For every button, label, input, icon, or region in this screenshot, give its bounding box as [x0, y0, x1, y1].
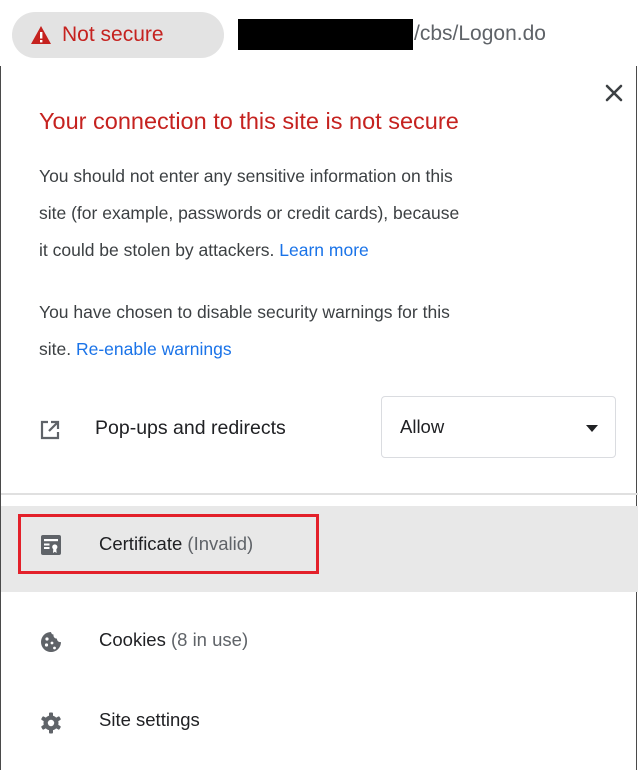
site-settings-label: Site settings	[99, 709, 200, 730]
warning-line: site (for example, passwords or credit c…	[39, 203, 460, 223]
url-redaction	[238, 19, 413, 50]
close-icon[interactable]	[601, 80, 627, 106]
certificate-status: (Invalid)	[187, 533, 254, 554]
security-chip[interactable]: Not secure	[12, 12, 224, 58]
disabled-warnings-line: You have chosen to disable security warn…	[39, 302, 450, 322]
cookies-status: (8 in use)	[170, 629, 249, 650]
popups-permission-value: Allow	[400, 416, 445, 437]
warning-triangle-icon	[31, 26, 51, 44]
popups-redirects-label: Pop-ups and redirects	[95, 417, 286, 439]
site-info-popup: Your connection to this site is not secu…	[0, 66, 638, 770]
disabled-warnings-line: site. Re-enable warnings	[39, 331, 619, 368]
divider	[1, 493, 638, 495]
cookies-row[interactable]: Cookies (8 in use)	[1, 600, 638, 682]
certificate-icon	[41, 535, 61, 555]
url-path[interactable]: /cbs/Logon.do	[414, 20, 546, 48]
cookies-label-text: Cookies	[99, 629, 166, 650]
popups-permission-select[interactable]: Allow	[381, 396, 616, 458]
popups-redirects-row: Pop-ups and redirects Allow	[1, 396, 638, 486]
certificate-label: Certificate (Invalid)	[99, 530, 253, 558]
popup-title: Your connection to this site is not secu…	[39, 108, 459, 134]
chevron-down-icon	[586, 425, 598, 432]
gear-icon	[41, 712, 61, 734]
cookie-icon	[41, 632, 61, 652]
learn-more-link[interactable]: Learn more	[279, 240, 369, 260]
warning-line: it could be stolen by attackers. Learn m…	[39, 232, 619, 269]
warning-line: You should not enter any sensitive infor…	[39, 166, 453, 186]
certificate-row[interactable]: Certificate (Invalid)	[1, 506, 638, 592]
security-chip-label: Not secure	[62, 23, 164, 46]
disabled-warnings-text: You have chosen to disable security warn…	[39, 294, 619, 368]
open-in-new-icon	[40, 420, 60, 440]
omnibox: Not secure /cbs/Logon.do	[0, 0, 639, 66]
certificate-label-text: Certificate	[99, 533, 183, 554]
warning-line-text: it could be stolen by attackers.	[39, 240, 280, 260]
site-settings-row[interactable]: Site settings	[1, 682, 638, 764]
reenable-warnings-link[interactable]: Re-enable warnings	[76, 339, 232, 359]
disabled-warnings-line-text: site.	[39, 339, 76, 359]
cookies-label: Cookies (8 in use)	[99, 626, 248, 654]
insecure-warning-text: You should not enter any sensitive infor…	[39, 158, 619, 269]
